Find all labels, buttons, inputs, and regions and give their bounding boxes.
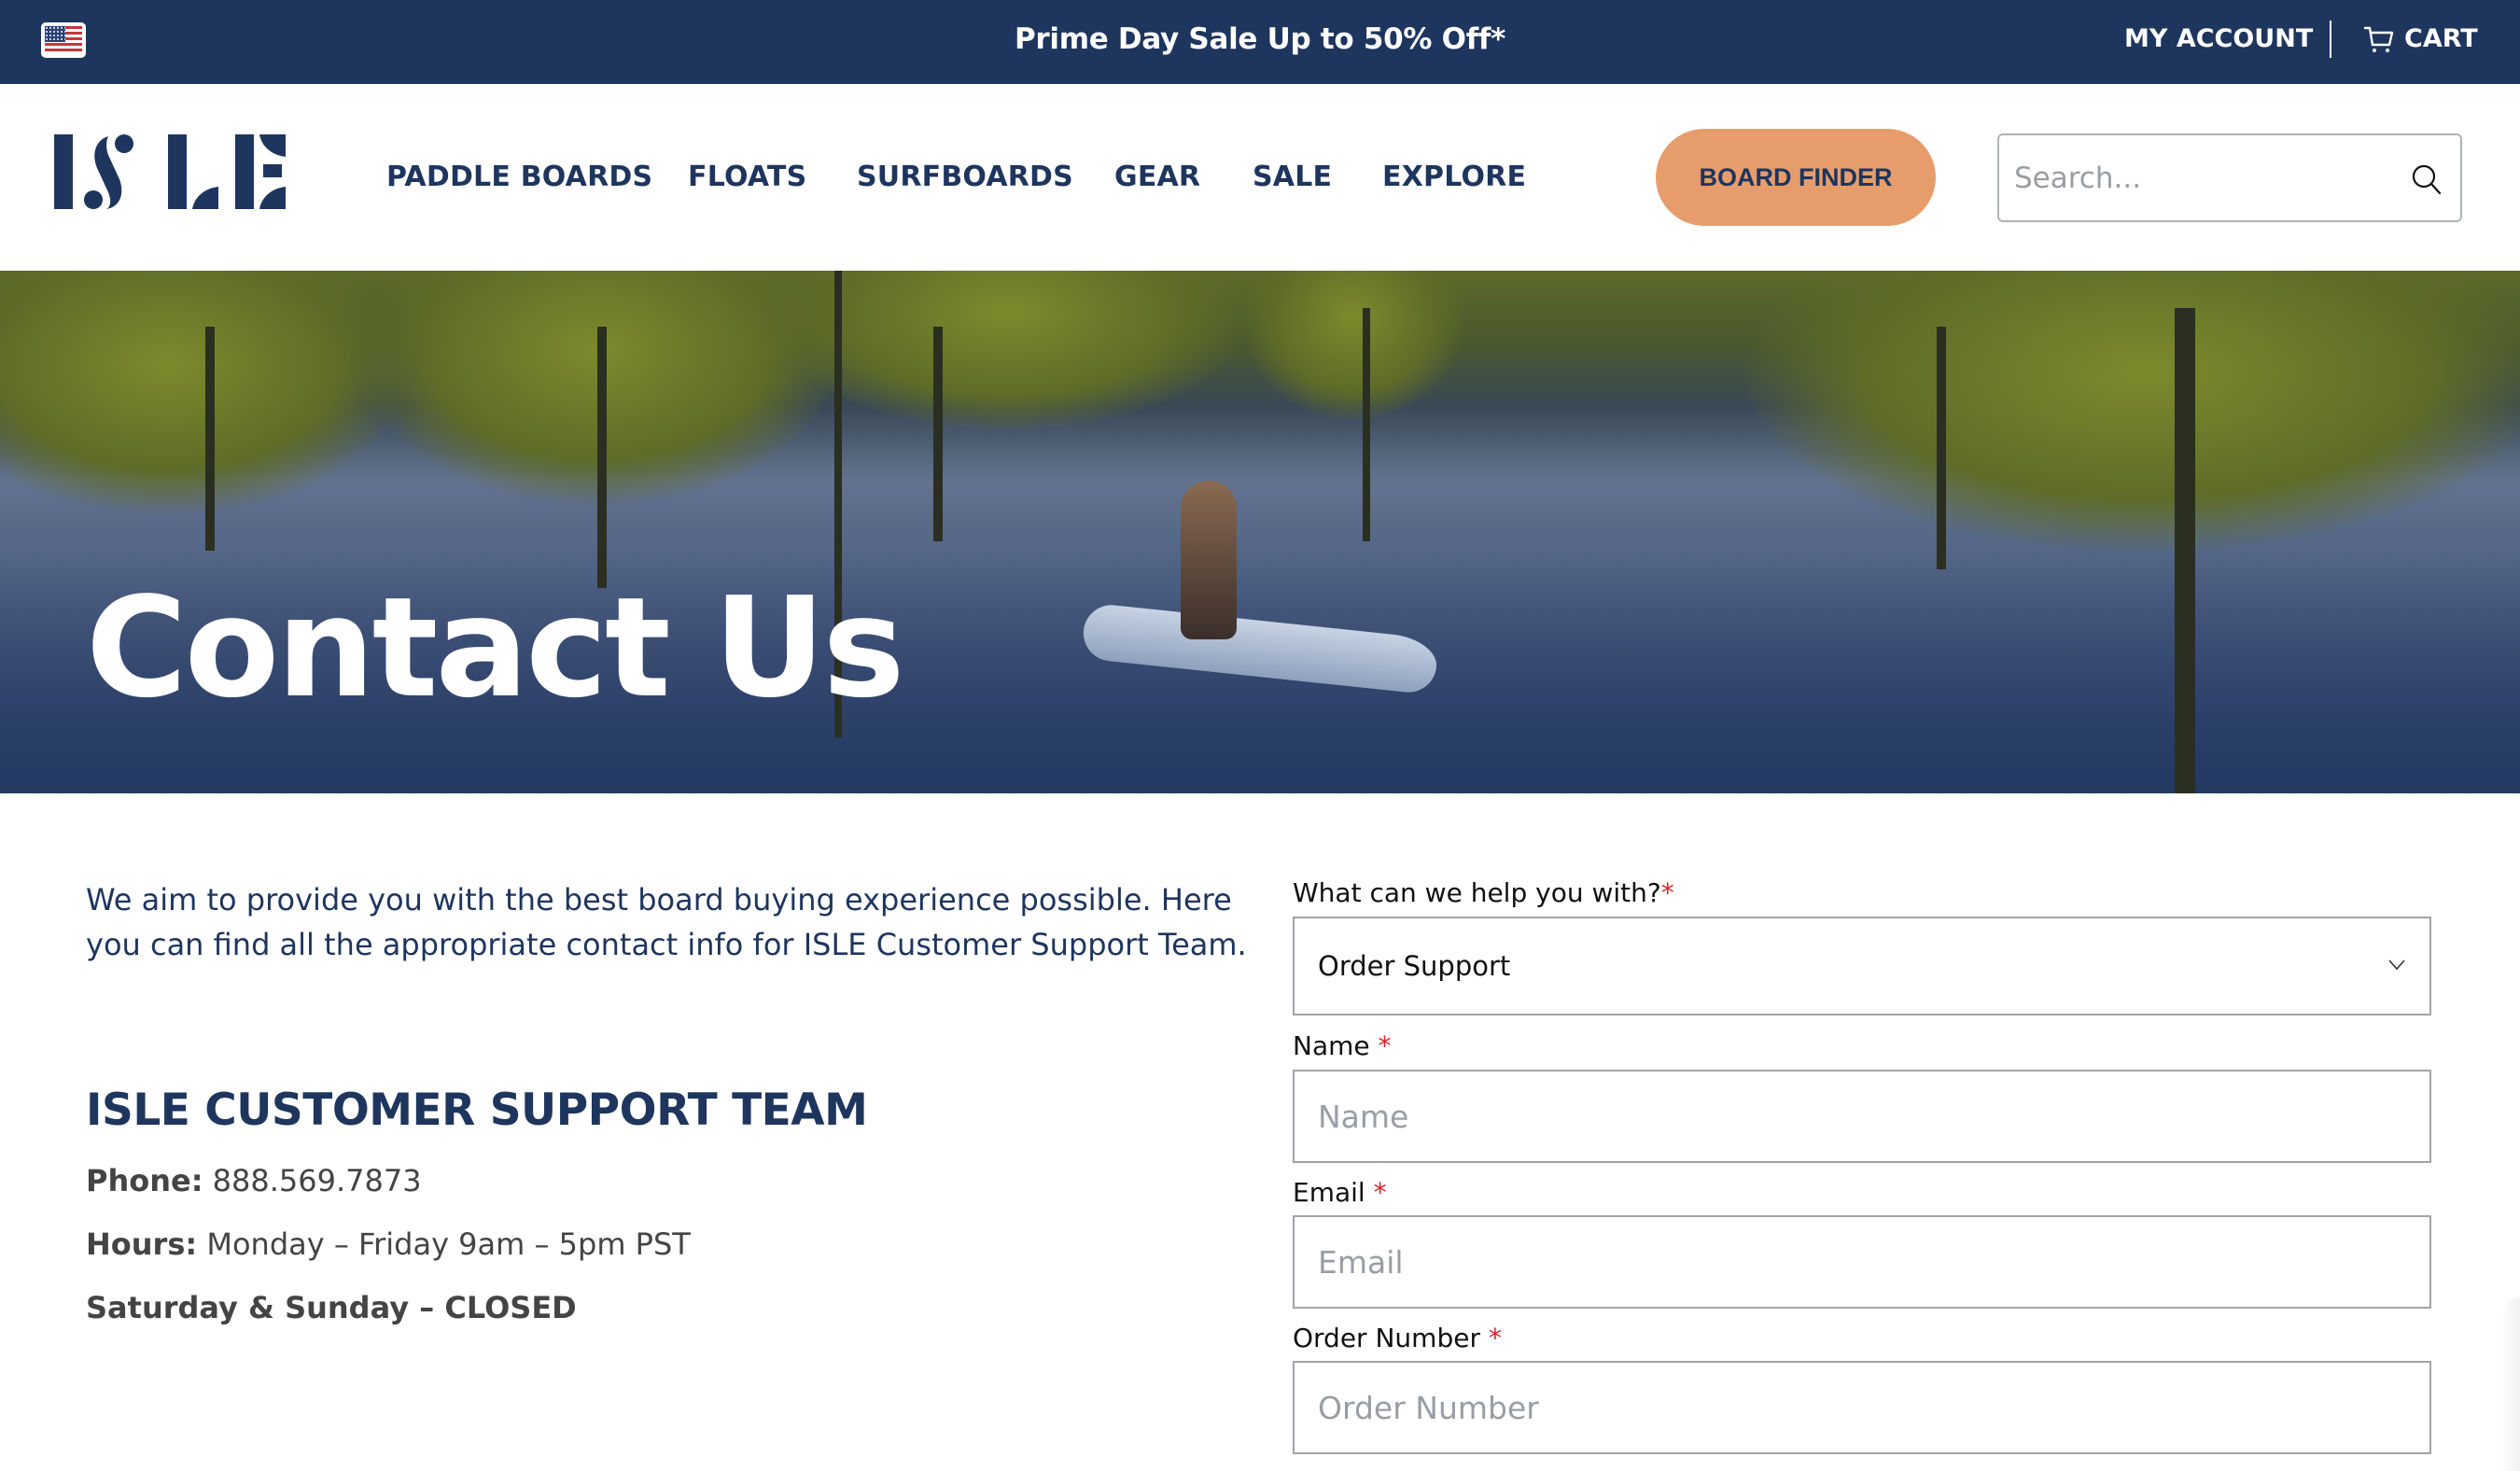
promo-bar: Prime Day Sale Up to 50% Off* MY ACCOUNT…: [0, 0, 2520, 84]
hours-line: Hours: Monday – Friday 9am – 5pm PST: [86, 1226, 691, 1262]
page-title: Contact Us: [86, 567, 905, 728]
support-team-heading: ISLE CUSTOMER SUPPORT TEAM: [86, 1085, 868, 1136]
search-input[interactable]: [2014, 135, 2387, 220]
help-topic-label: What can we help you with?*: [1293, 877, 1674, 908]
paddler-image: [1181, 481, 1237, 639]
divider: [2330, 21, 2331, 58]
phone-label: Phone:: [86, 1163, 203, 1198]
required-mark: *: [1488, 1323, 1502, 1353]
hours-label: Hours:: [86, 1226, 198, 1262]
nav-gear[interactable]: GEAR: [1114, 84, 1200, 271]
required-mark: *: [1378, 1030, 1392, 1061]
cart-link[interactable]: CART: [2404, 0, 2478, 78]
cart-icon[interactable]: [2363, 24, 2395, 56]
help-topic-selected: Order Support: [1318, 950, 1511, 982]
email-field-wrapper: [1293, 1215, 2431, 1309]
phone-line: Phone: 888.569.7873: [86, 1163, 422, 1198]
chevron-down-icon: [2388, 960, 2405, 971]
nav-paddle-boards[interactable]: PADDLE BOARDS: [386, 84, 652, 271]
site-header: PADDLE BOARDS FLOATS SURFBOARDS GEAR SAL…: [0, 84, 2520, 271]
order-number-label: Order Number *: [1293, 1323, 1502, 1353]
order-number-field-wrapper: [1293, 1361, 2431, 1454]
email-label: Email *: [1293, 1177, 1387, 1208]
search-box: [1997, 133, 2462, 222]
weekend-hours: Saturday & Sunday – CLOSED: [86, 1290, 577, 1325]
name-field-wrapper: [1293, 1070, 2431, 1163]
email-input[interactable]: [1295, 1217, 2429, 1307]
help-topic-select[interactable]: Order Support: [1293, 917, 2431, 1016]
phone-value[interactable]: 888.569.7873: [213, 1163, 422, 1198]
required-mark: *: [1373, 1177, 1387, 1208]
search-icon[interactable]: [2410, 162, 2443, 196]
hero-banner: Contact Us: [0, 271, 2520, 793]
isle-logo[interactable]: [54, 134, 286, 209]
nav-floats[interactable]: FLOATS: [688, 84, 806, 271]
board-finder-button[interactable]: BOARD FINDER: [1656, 129, 1936, 226]
nav-sale[interactable]: SALE: [1253, 84, 1332, 271]
order-number-input[interactable]: [1295, 1363, 2429, 1452]
my-account-link[interactable]: MY ACCOUNT: [2124, 0, 2313, 78]
name-input[interactable]: [1295, 1072, 2429, 1161]
intro-text: We aim to provide you with the best boar…: [86, 882, 1247, 962]
nav-surfboards[interactable]: SURFBOARDS: [857, 84, 1073, 271]
hours-value: Monday – Friday 9am – 5pm PST: [206, 1226, 691, 1262]
chat-widget-edge: [2501, 1297, 2520, 1471]
paddle-board-image: [1080, 602, 1440, 695]
required-mark: *: [1660, 877, 1674, 908]
nav-explore[interactable]: EXPLORE: [1382, 84, 1526, 271]
name-label: Name *: [1293, 1030, 1392, 1061]
